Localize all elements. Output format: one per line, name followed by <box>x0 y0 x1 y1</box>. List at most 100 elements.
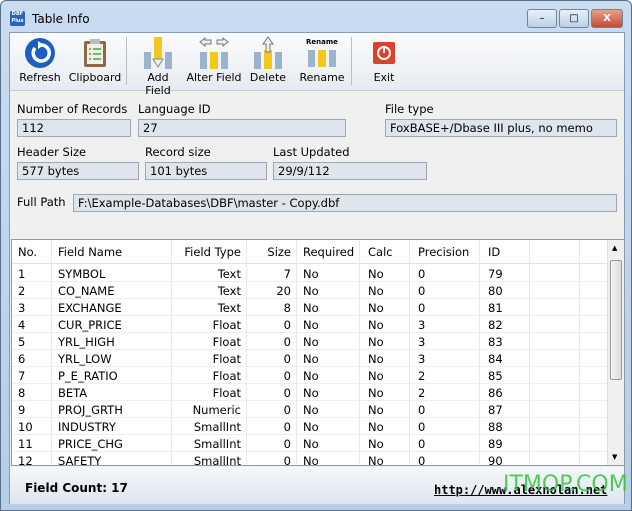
column-divider[interactable] <box>479 240 480 466</box>
cell-required: No <box>303 454 319 466</box>
client-area: Refresh Clipboard Add Field Alter Field … <box>9 32 625 504</box>
column-divider[interactable] <box>51 240 52 466</box>
cell-required: No <box>303 403 319 417</box>
cell-size: 0 <box>284 386 291 400</box>
table-row[interactable]: 6YRL_LOWFloat0NoNo384 <box>12 350 609 367</box>
cell-field-type: Float <box>213 386 241 400</box>
cell-calc: No <box>368 335 384 349</box>
field-count: Field Count: 17 <box>25 481 128 495</box>
alter-field-label: Alter Field <box>186 71 242 84</box>
column-divider[interactable] <box>409 240 410 466</box>
cell-size: 0 <box>284 403 291 417</box>
cell-required: No <box>303 284 319 298</box>
cell-required: No <box>303 267 319 281</box>
cell-no: 12 <box>18 454 33 466</box>
delete-button[interactable]: Delete <box>246 35 290 87</box>
table-row[interactable]: 7P_E_RATIOFloat0NoNo285 <box>12 367 609 384</box>
table-row[interactable]: 10INDUSTRYSmallInt0NoNo088 <box>12 418 609 435</box>
cell-size: 8 <box>284 301 291 315</box>
table-row[interactable]: 11PRICE_CHGSmallInt0NoNo089 <box>12 435 609 452</box>
table-row[interactable]: 12SAFETYSmallInt0NoNo090 <box>12 452 609 466</box>
title-bar: DBFPlus Table Info – □ X <box>1 1 631 33</box>
cell-field-name: CUR_PRICE <box>58 318 122 332</box>
table-row[interactable]: 3EXCHANGEText8NoNo081 <box>12 299 609 316</box>
scroll-up-icon[interactable]: ▲ <box>612 244 617 252</box>
table-info-window: DBFPlus Table Info – □ X Refresh Clipboa… <box>0 0 632 511</box>
cell-required: No <box>303 301 319 315</box>
clipboard-button[interactable]: Clipboard <box>68 35 122 87</box>
column-header-no: No. <box>18 245 37 259</box>
record-size-label: Record size <box>145 145 211 159</box>
cell-id: 84 <box>488 352 503 366</box>
column-divider[interactable] <box>579 240 580 466</box>
cell-no: 3 <box>18 301 25 315</box>
exit-button[interactable]: Exit <box>362 35 406 87</box>
table-row[interactable]: 2CO_NAMEText20NoNo080 <box>12 282 609 299</box>
cell-field-name: CO_NAME <box>58 284 115 298</box>
scrollbar-thumb[interactable] <box>610 260 622 380</box>
cell-id: 82 <box>488 318 503 332</box>
table-row[interactable]: 1SYMBOLText7NoNo079 <box>12 265 609 282</box>
cell-field-name: EXCHANGE <box>58 301 122 315</box>
cell-precision: 0 <box>418 454 425 466</box>
cell-size: 0 <box>284 318 291 332</box>
watermark: ITMOP.COM <box>503 472 628 497</box>
header-size-field[interactable]: 577 bytes <box>17 162 139 180</box>
cell-precision: 2 <box>418 386 425 400</box>
alter-field-button[interactable]: Alter Field <box>186 35 242 87</box>
refresh-label: Refresh <box>16 71 64 84</box>
rename-label: Rename <box>298 71 346 84</box>
cell-precision: 3 <box>418 335 425 349</box>
cell-field-name: YRL_LOW <box>58 352 112 366</box>
table-row[interactable]: 8BETAFloat0NoNo286 <box>12 384 609 401</box>
cell-field-name: BETA <box>58 386 87 400</box>
delete-label: Delete <box>246 71 290 84</box>
refresh-button[interactable]: Refresh <box>16 35 64 87</box>
last-updated-label: Last Updated <box>273 145 350 159</box>
toolbar-separator <box>126 37 127 85</box>
cell-calc: No <box>368 437 384 451</box>
table-row[interactable]: 5YRL_HIGHFloat0NoNo383 <box>12 333 609 350</box>
column-divider[interactable] <box>171 240 172 466</box>
cell-precision: 3 <box>418 352 425 366</box>
table-row[interactable]: 4CUR_PRICEFloat0NoNo382 <box>12 316 609 333</box>
language-field[interactable]: 27 <box>138 119 346 137</box>
add-field-icon <box>142 36 174 70</box>
cell-calc: No <box>368 318 384 332</box>
rename-button[interactable]: Rename Rename <box>298 35 346 87</box>
scroll-down-icon[interactable]: ▼ <box>612 453 617 461</box>
delete-field-icon <box>252 36 284 70</box>
filetype-field[interactable]: FoxBASE+/Dbase III plus, no memo <box>385 119 617 137</box>
last-updated-field[interactable]: 29/9/112 <box>273 162 427 180</box>
cell-field-type: SmallInt <box>194 420 241 434</box>
cell-size: 0 <box>284 369 291 383</box>
minimize-button[interactable]: – <box>527 9 557 28</box>
add-field-button[interactable]: Add Field <box>134 35 182 87</box>
cell-field-type: Text <box>218 301 241 315</box>
records-field[interactable]: 112 <box>17 119 131 137</box>
column-divider[interactable] <box>296 240 297 466</box>
record-size-field[interactable]: 101 bytes <box>145 162 267 180</box>
full-path-field[interactable]: F:\Example-Databases\DBF\master - Copy.d… <box>73 194 617 212</box>
column-divider[interactable] <box>359 240 360 466</box>
cell-field-name: SAFETY <box>58 454 101 466</box>
records-label: Number of Records <box>17 102 127 116</box>
cell-field-name: P_E_RATIO <box>58 369 118 383</box>
cell-required: No <box>303 335 319 349</box>
cell-id: 81 <box>488 301 503 315</box>
column-header-field-type: Field Type <box>184 245 241 259</box>
app-icon: DBFPlus <box>10 11 25 26</box>
column-divider[interactable] <box>529 240 530 466</box>
cell-required: No <box>303 352 319 366</box>
column-divider[interactable] <box>246 240 247 466</box>
close-button[interactable]: X <box>591 9 623 28</box>
cell-calc: No <box>368 454 384 466</box>
cell-id: 87 <box>488 403 503 417</box>
column-header-calc: Calc <box>368 245 393 259</box>
table-row[interactable]: 9PROJ_GRTHNumeric0NoNo087 <box>12 401 609 418</box>
power-icon <box>372 41 396 65</box>
cell-field-type: Float <box>213 352 241 366</box>
maximize-button[interactable]: □ <box>559 9 589 28</box>
cell-calc: No <box>368 369 384 383</box>
vertical-scrollbar[interactable]: ▲ ▼ <box>607 240 624 465</box>
